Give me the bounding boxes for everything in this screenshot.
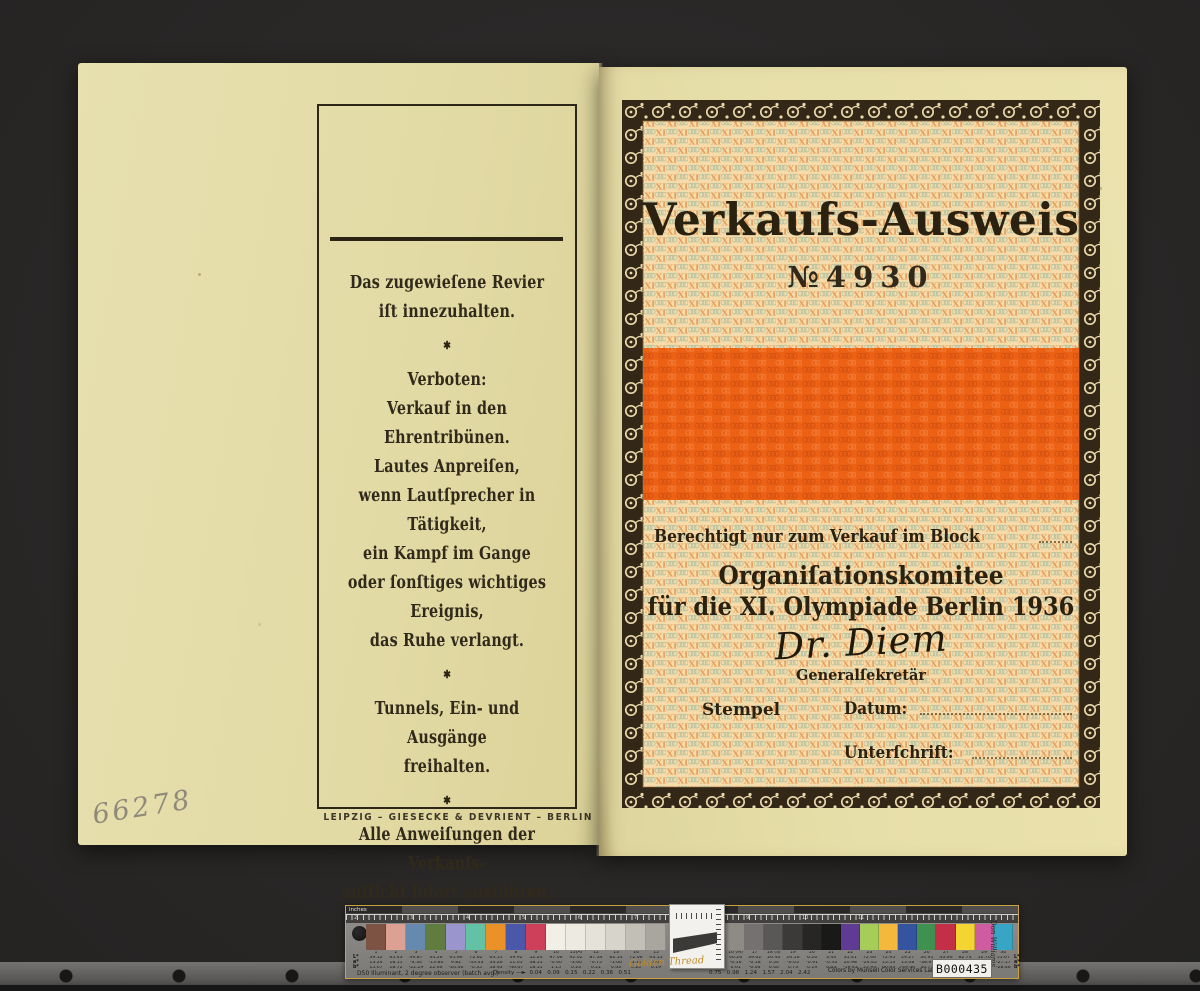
target-wedge bbox=[673, 931, 717, 953]
color-patch bbox=[406, 924, 426, 950]
paper-speck bbox=[198, 273, 201, 276]
lab-row-label: b* bbox=[1014, 966, 1020, 971]
booklet-right-page: XI XI bbox=[599, 67, 1127, 856]
lab-table-left: 39.1265.4349.8744.2665.9672.6263.5139.92… bbox=[366, 956, 666, 971]
color-patch bbox=[803, 924, 822, 950]
rules-line: ein Kampf im Gange bbox=[334, 540, 560, 569]
rules-line: wenn Lautſprecher in Tätigkeit, bbox=[334, 482, 560, 540]
density-values-right: 0.75 0.98 1.24 1.57 2.04 2.42 bbox=[709, 970, 810, 976]
separator-star: ✱ bbox=[334, 340, 560, 351]
color-patch bbox=[486, 924, 506, 950]
color-patches-left bbox=[366, 924, 666, 950]
rules-line: das Ruhe verlangt. bbox=[334, 627, 560, 656]
dotted-fill-line bbox=[972, 757, 1072, 759]
booklet-left-page: Das zugewieſene Revieriſt innezuhalten. ✱… bbox=[78, 63, 599, 845]
signature-row: Unterſchrift: bbox=[844, 743, 1074, 763]
color-patch bbox=[626, 924, 646, 950]
color-patch bbox=[426, 924, 446, 950]
color-patch bbox=[646, 924, 666, 950]
rules-line: oder ſonſtiges wichtiges Ereignis, bbox=[334, 569, 560, 627]
dotted-fill-line bbox=[1039, 541, 1072, 543]
pencil-inventory-number: 66278 bbox=[90, 784, 195, 830]
color-patch bbox=[898, 924, 917, 950]
rules-line: Verboten: bbox=[334, 366, 560, 395]
color-patch bbox=[506, 924, 526, 950]
paper-speck bbox=[1099, 187, 1102, 190]
target-ticks bbox=[676, 913, 716, 919]
color-patch bbox=[822, 924, 841, 950]
date-row: Datum: bbox=[844, 699, 1074, 719]
dotted-fill-line bbox=[920, 713, 1072, 715]
rules-line: aufſicht ſofort ausführen. bbox=[334, 879, 560, 908]
signature-title: Generalſekretär bbox=[622, 667, 1100, 684]
color-patch bbox=[386, 924, 406, 950]
color-patch bbox=[366, 924, 386, 950]
color-patch bbox=[917, 924, 936, 950]
serial-number: B000435 bbox=[936, 962, 988, 976]
color-patch bbox=[936, 924, 955, 950]
color-patch bbox=[783, 924, 802, 950]
scanner-track-edge bbox=[0, 985, 1200, 991]
color-patch bbox=[466, 924, 486, 950]
scan-stage: Das zugewieſene Revieriſt innezuhalten. ✱… bbox=[0, 0, 1200, 991]
ruler-number: 10 bbox=[802, 915, 858, 921]
color-patch bbox=[726, 924, 745, 950]
color-patch bbox=[546, 924, 566, 950]
ruler-number: 6 bbox=[578, 915, 634, 921]
rules-box: Das zugewieſene Revieriſt innezuhalten. ✱… bbox=[317, 104, 577, 809]
permit-title: Verkaufs-Ausweis bbox=[629, 193, 1093, 246]
rules-line: iſt innezuhalten. bbox=[334, 298, 560, 327]
ruler-number: 11 bbox=[858, 915, 914, 921]
committee-name-line1: Organiſationskomitee bbox=[639, 561, 1084, 590]
rules-line: Tunnels, Ein- und Ausgänge bbox=[334, 695, 560, 753]
permit-card: XI XI bbox=[622, 100, 1100, 808]
permit-number: №4930 bbox=[622, 260, 1100, 294]
ruler-number: 4 bbox=[466, 915, 522, 921]
ruler-number: 3 bbox=[410, 915, 466, 921]
color-patch bbox=[586, 924, 606, 950]
color-patch bbox=[956, 924, 975, 950]
block-entitlement-row: Berechtigt nur zum Verkauf im Block bbox=[654, 526, 1074, 547]
color-patch bbox=[606, 924, 626, 950]
color-patches-right bbox=[726, 924, 1013, 950]
paper-speck bbox=[258, 623, 261, 626]
fiducial-dot-left bbox=[352, 926, 367, 941]
color-patch bbox=[879, 924, 898, 950]
ruler-number: 2 bbox=[354, 915, 410, 921]
color-patch bbox=[841, 924, 860, 950]
printer-credit: LEIPZIG – GIESECKE & DEVRIENT – BERLIN bbox=[323, 812, 566, 823]
lab-row-labels-left: L*a*b* bbox=[353, 956, 359, 971]
density-values-left: Density —► 0.04 0.09 0.15 0.22 0.36 0.51 bbox=[493, 970, 631, 976]
serial-number-box: B000435 bbox=[932, 959, 992, 978]
color-patch bbox=[446, 924, 466, 950]
munsell-credit: Colors by Munsell Color Services Lab bbox=[828, 968, 935, 974]
stamp-label: Stempel bbox=[702, 700, 780, 720]
color-patch bbox=[764, 924, 783, 950]
signature-field-label: Unterſchrift: bbox=[844, 743, 954, 763]
separator-star: ✱ bbox=[334, 795, 560, 806]
color-patch bbox=[566, 924, 586, 950]
illuminant-note: D50 Illuminant, 2 degree observer (batch… bbox=[357, 970, 499, 977]
ruler-number: 5 bbox=[522, 915, 578, 921]
separator-star: ✱ bbox=[334, 669, 560, 680]
rules-divider-rule bbox=[330, 237, 563, 241]
rules-line: Verkauf in den Ehrentribünen. bbox=[334, 395, 560, 453]
ruler-number: 9 bbox=[746, 915, 802, 921]
lab-row-labels-right: L*a*b* bbox=[1014, 956, 1020, 971]
rules-line: Alle Anweiſungen der Verkaufs- bbox=[334, 821, 560, 879]
inches-label: inches bbox=[349, 907, 367, 913]
rules-line: Lautes Anpreiſen, bbox=[334, 453, 560, 482]
rules-line: Das zugewieſene Revier bbox=[334, 269, 560, 298]
rules-line: freihalten. bbox=[334, 753, 560, 782]
color-patch bbox=[526, 924, 546, 950]
target-scale bbox=[716, 909, 721, 961]
color-patch bbox=[745, 924, 764, 950]
block-entitlement-label: Berechtigt nur zum Verkauf im Block bbox=[654, 526, 980, 547]
color-patch bbox=[860, 924, 879, 950]
date-label: Datum: bbox=[844, 699, 907, 719]
color-calibration-target: inches 234567891011 L*a*b* 1234567891011… bbox=[345, 905, 1019, 979]
paper-speck bbox=[1087, 717, 1090, 720]
